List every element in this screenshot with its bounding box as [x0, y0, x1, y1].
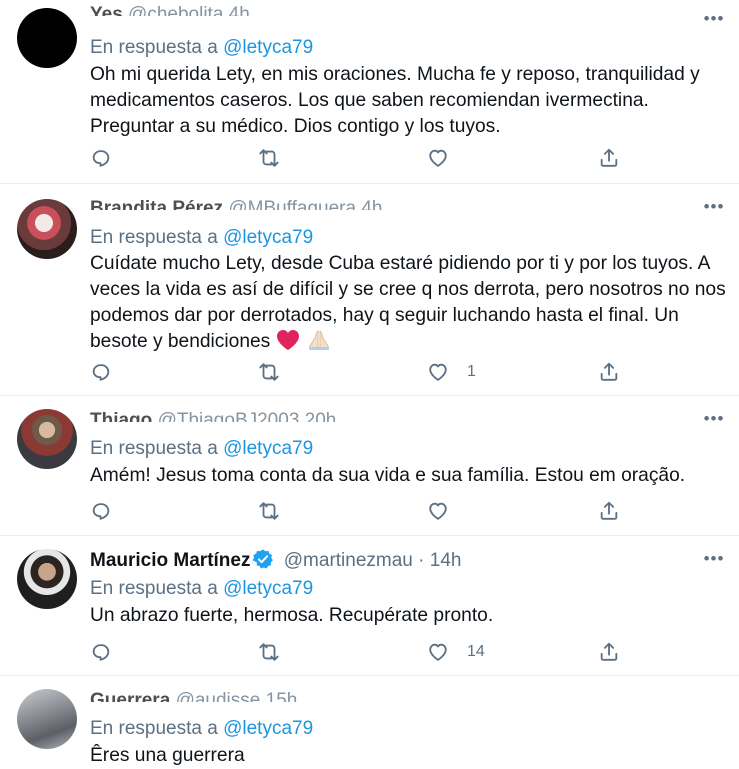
avatar[interactable]	[17, 689, 77, 749]
tweet[interactable]: Guerrera @audisse 15h En respuesta a @le…	[0, 676, 739, 766]
author-name[interactable]: Thiago	[90, 410, 152, 422]
like-button[interactable]	[427, 146, 467, 170]
reply-icon	[92, 644, 110, 661]
tweet-time[interactable]: 20h	[305, 410, 337, 422]
share-icon	[600, 362, 618, 381]
like-count: 14	[467, 643, 485, 660]
heart-icon	[429, 363, 447, 381]
reply-prefix: En respuesta a	[90, 438, 218, 459]
heart-icon	[429, 502, 447, 520]
verified-badge-icon	[252, 549, 274, 570]
avatar[interactable]	[17, 8, 77, 68]
share-icon	[600, 501, 618, 520]
reply-context: En respuesta a @letyca79	[90, 577, 313, 601]
tweet-time[interactable]: · 14h	[418, 550, 461, 571]
more-options-icon[interactable]: •••	[703, 10, 725, 32]
action-bar: 14	[90, 640, 630, 664]
reply-context: En respuesta a @letyca79	[90, 226, 313, 250]
heart-icon	[429, 149, 447, 167]
tweet-text: Êres una guerrera	[90, 745, 245, 766]
action-bar	[90, 146, 630, 170]
tweet-time[interactable]: 15h	[266, 690, 298, 702]
like-button[interactable]: 1	[427, 360, 476, 384]
author-handle[interactable]: @audisse	[176, 690, 261, 702]
share-icon	[600, 642, 618, 661]
avatar[interactable]	[17, 199, 77, 259]
author-name[interactable]: Brandita Pérez	[90, 198, 223, 210]
author-handle[interactable]: @ThiagoBJ2003	[158, 410, 300, 422]
share-button[interactable]	[598, 146, 620, 170]
retweet-icon	[259, 363, 279, 381]
author-name[interactable]: Guerrera	[90, 690, 170, 702]
like-button[interactable]	[427, 499, 467, 523]
tweet-header: Brandita Pérez @MBuffaguera 4h	[90, 194, 382, 210]
reply-context: En respuesta a @letyca79	[90, 36, 313, 60]
retweet-button[interactable]	[258, 360, 280, 384]
retweet-button[interactable]	[258, 499, 280, 523]
more-options-icon[interactable]: •••	[703, 198, 725, 220]
reply-button[interactable]	[90, 640, 112, 664]
tweet-header: Guerrera @audisse 15h	[90, 686, 298, 702]
reply-icon	[92, 150, 110, 167]
reply-button[interactable]	[90, 360, 112, 384]
share-button[interactable]	[598, 499, 620, 523]
tweet-text: Un abrazo fuerte, hermosa. Recupérate pr…	[90, 605, 494, 626]
heart-icon	[429, 643, 447, 661]
tweet[interactable]: Mauricio Martínez @martinezmau · 14h •••…	[0, 536, 739, 676]
tweet-text: Oh mi querida Lety, en mis oraciones. Mu…	[90, 64, 700, 137]
retweet-icon	[259, 502, 279, 520]
action-bar: 1	[90, 360, 630, 384]
reply-button[interactable]	[90, 499, 112, 523]
tweet-text: Cuídate mucho Lety, desde Cuba estaré pi…	[90, 253, 726, 352]
author-handle[interactable]: @MBuffaguera	[228, 198, 356, 210]
tweet-time[interactable]: 4h	[229, 4, 250, 16]
reply-prefix: En respuesta a	[90, 227, 218, 248]
reply-button[interactable]	[90, 146, 112, 170]
tweet-content: Cuídate mucho Lety, desde Cuba estaré pi…	[90, 251, 730, 355]
author-name[interactable]: Yes	[90, 4, 123, 16]
retweet-button[interactable]	[258, 146, 280, 170]
tweet[interactable]: Yes @chebolita 4h ••• En respuesta a @le…	[0, 0, 739, 184]
reply-context: En respuesta a @letyca79	[90, 437, 313, 461]
reply-prefix: En respuesta a	[90, 37, 218, 58]
reply-prefix: En respuesta a	[90, 578, 218, 599]
action-bar	[90, 499, 630, 523]
tweet[interactable]: Brandita Pérez @MBuffaguera 4h ••• En re…	[0, 184, 739, 396]
like-button[interactable]: 14	[427, 640, 485, 664]
author-handle[interactable]: @chebolita	[128, 4, 223, 16]
reply-handle-link[interactable]: @letyca79	[223, 227, 313, 248]
share-button[interactable]	[598, 640, 620, 664]
reply-handle-link[interactable]: @letyca79	[223, 438, 313, 459]
reply-icon	[92, 364, 110, 381]
reply-context: En respuesta a @letyca79	[90, 717, 313, 741]
reply-handle-link[interactable]: @letyca79	[223, 578, 313, 599]
reply-handle-link[interactable]: @letyca79	[223, 37, 313, 58]
red-heart-icon	[276, 329, 299, 350]
praying-hands-icon	[308, 330, 329, 350]
like-count: 1	[467, 363, 476, 380]
retweet-button[interactable]	[258, 640, 280, 664]
tweet-header: Yes @chebolita 4h	[90, 0, 250, 16]
tweet[interactable]: Thiago @ThiagoBJ2003 20h ••• En respuest…	[0, 396, 739, 536]
tweet-text: Amém! Jesus toma conta da sua vida e sua…	[90, 465, 686, 486]
more-options-icon[interactable]: •••	[703, 410, 725, 432]
author-name[interactable]: Mauricio Martínez	[90, 550, 250, 571]
reply-handle-link[interactable]: @letyca79	[223, 718, 313, 739]
more-options-icon[interactable]: •••	[703, 550, 725, 572]
share-icon	[600, 148, 618, 167]
author-handle[interactable]: @martinezmau	[284, 550, 413, 571]
share-button[interactable]	[598, 360, 620, 384]
tweet-header: Thiago @ThiagoBJ2003 20h	[90, 406, 337, 422]
reply-icon	[92, 503, 110, 520]
retweet-icon	[259, 643, 279, 661]
avatar[interactable]	[17, 409, 77, 469]
reply-prefix: En respuesta a	[90, 718, 218, 739]
tweet-time[interactable]: 4h	[361, 198, 382, 210]
avatar[interactable]	[17, 549, 77, 609]
retweet-icon	[259, 149, 279, 167]
tweet-header: Mauricio Martínez @martinezmau · 14h	[90, 546, 461, 576]
